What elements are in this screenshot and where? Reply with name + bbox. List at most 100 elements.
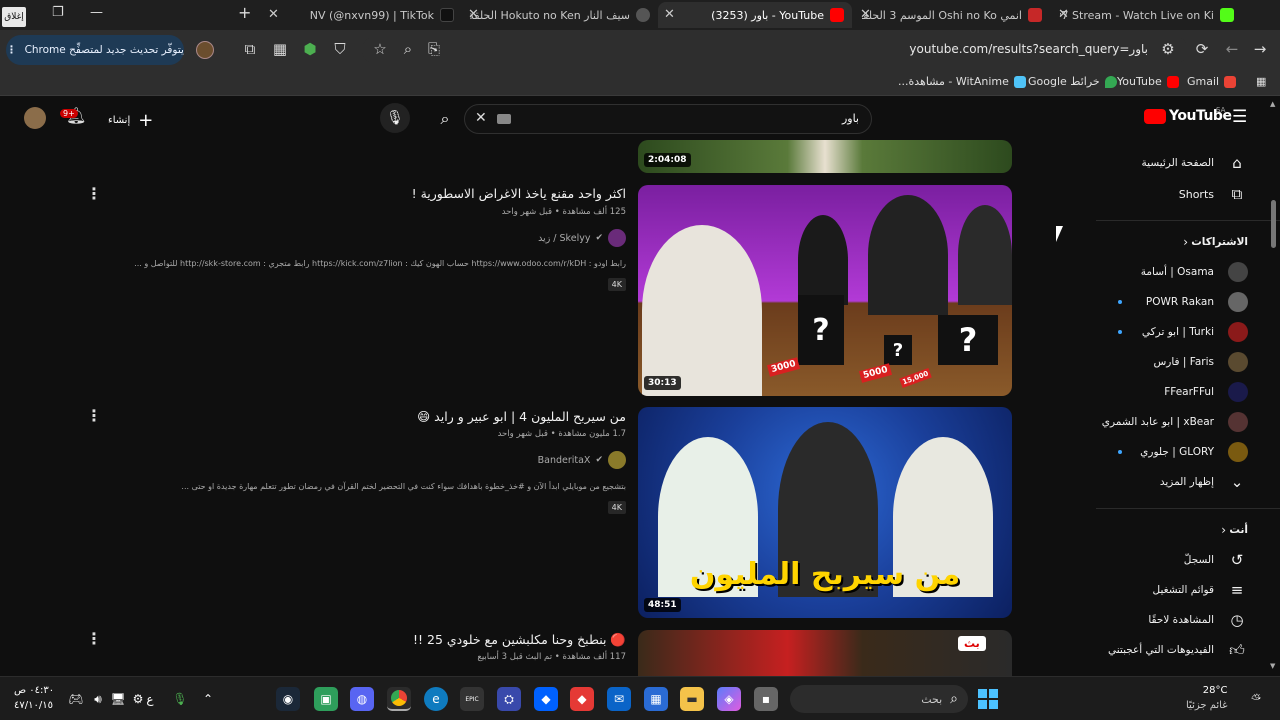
app-icon[interactable]: ⛭ <box>497 687 521 711</box>
controller-icon[interactable]: 🎮︎ <box>64 687 88 711</box>
video-thumbnail[interactable]: بث <box>638 630 1012 676</box>
close-icon[interactable]: ✕ <box>860 7 871 22</box>
discord-icon[interactable]: ◍ <box>350 687 374 711</box>
create-button[interactable]: + إنشاء <box>108 110 153 131</box>
clock[interactable]: ٠٤:٣٠ ص ٤٧/١٠/١٥ <box>14 683 54 713</box>
tab-oshi-no-ko[interactable]: ✕ انمي Oshi no Ko الموسم 3 الحلقة <box>854 2 1050 28</box>
channel-link[interactable]: ✔ BanderitaX <box>538 451 626 469</box>
close-icon[interactable]: ✕ <box>468 7 479 22</box>
close-icon[interactable]: ✕ <box>1058 7 1069 22</box>
profile-avatar[interactable] <box>196 41 214 59</box>
sidebar-sub-item[interactable]: GLORY | جلوري <box>1096 437 1280 467</box>
scroll-up-arrow[interactable]: ▲ <box>1270 100 1275 108</box>
channel-link[interactable]: ✔ Skelyy / زيد <box>538 229 626 247</box>
all-bookmarks-icon[interactable]: ▦ <box>1256 75 1266 88</box>
video-thumbnail[interactable]: من سيربح المليون 48:51 <box>638 407 1012 618</box>
language-indicator[interactable]: ع <box>138 687 162 711</box>
dropbox-icon[interactable]: ◆ <box>534 687 558 711</box>
video-title[interactable]: اكثر واحد مقنع ياخذ الاغراض الاسطورية ! <box>412 186 626 201</box>
sidebar-sub-item[interactable]: Turki | ابو تركي <box>1096 317 1280 347</box>
chevron-up-icon[interactable]: ⌃ <box>196 687 220 711</box>
search-button[interactable]: ⌕ <box>426 104 464 134</box>
bookmark-witanime[interactable]: WitAnime - مشاهدة... <box>898 75 1026 88</box>
chrome-update-button[interactable]: يتوفّر تحديث جديد لمتصفِّح Chrome ⋮ <box>6 35 184 65</box>
back-icon[interactable]: ← <box>1222 40 1242 58</box>
store-icon[interactable]: ▦ <box>644 687 668 711</box>
app-gray-icon[interactable]: ▪ <box>754 687 778 711</box>
windows-start-icon[interactable] <box>976 687 1000 711</box>
zoom-icon[interactable]: ⌕ <box>398 40 418 58</box>
steam-icon[interactable]: ◉ <box>276 687 300 711</box>
app-red-icon[interactable]: ◆ <box>570 687 594 711</box>
bookmark-star-icon[interactable]: ☆ <box>370 40 390 58</box>
more-actions-icon[interactable]: ⋮ <box>86 184 102 203</box>
bookmark-youtube[interactable]: YouTube <box>1117 75 1179 88</box>
close-label-chip[interactable]: إغلاق <box>2 7 26 27</box>
subscriptions-header[interactable]: الاشتراكات ‹ <box>1096 227 1280 257</box>
edge-icon[interactable]: e <box>424 687 448 711</box>
chrome-icon[interactable] <box>387 687 411 711</box>
sidebar-item-shorts[interactable]: ⧉ Shorts <box>1096 179 1280 209</box>
sidebar-item-watch-later[interactable]: ◷ المشاهدة لاحقًا <box>1096 605 1280 635</box>
video-title[interactable]: 🔴 بنطبخ وحنا مكلبشين مع خلودي 25 !! <box>413 632 626 648</box>
site-settings-icon[interactable]: ⚙ <box>1158 40 1178 58</box>
sidebar-sub-item[interactable]: FFearFFul <box>1096 377 1280 407</box>
menu-icon[interactable]: ☰ <box>1232 107 1247 127</box>
new-tab-button[interactable]: + <box>238 3 251 22</box>
tab-youtube[interactable]: ✕ YouTube - باور (3253) <box>658 2 852 28</box>
you-header[interactable]: أنت ‹ <box>1096 515 1280 545</box>
close-icon[interactable]: ✕ <box>268 7 279 22</box>
reload-icon[interactable]: ⟳ <box>1192 40 1212 58</box>
extension-icon[interactable]: ▦ <box>270 40 290 58</box>
quality-badge: 4K <box>607 501 626 514</box>
window-minimize-button[interactable]: — <box>90 5 103 20</box>
extensions-icon[interactable]: ⧉ <box>240 40 260 58</box>
scrollbar[interactable]: ▲ ▼ <box>1270 100 1278 676</box>
video-title[interactable]: من سيربح المليون 4 | ابو عبير و رايد 😄 <box>417 409 626 424</box>
more-actions-icon[interactable]: ⋮ <box>86 406 102 425</box>
epic-games-icon[interactable]: EPIC <box>460 687 484 711</box>
sidebar-item-history[interactable]: ↺ السجلّ <box>1096 545 1280 575</box>
video-thumbnail[interactable]: ? ? ? 3000 5000 15,000 30:13 <box>638 185 1012 396</box>
bookmark-gmail[interactable]: Gmail <box>1187 75 1237 88</box>
taskbar-search[interactable]: ⌕ بحث <box>790 685 968 713</box>
forward-icon[interactable]: → <box>1250 40 1270 58</box>
sidebar-sub-item[interactable]: POWR Rakan <box>1096 287 1280 317</box>
bookmark-maps[interactable]: خرائط Google <box>1028 75 1117 88</box>
sidebar-item-liked[interactable]: 👍︎ الفيديوهات التي أعجبتني <box>1096 635 1280 665</box>
video-thumbnail[interactable]: 2:04:08 <box>638 140 1012 173</box>
shield-icon[interactable]: ⛉ <box>330 40 350 58</box>
scroll-thumb[interactable] <box>1271 200 1276 248</box>
shorts-icon: ⧉ <box>1231 185 1243 203</box>
adblock-icon[interactable]: ⬢ <box>300 40 320 58</box>
xbox-app-icon[interactable]: ▣ <box>314 687 338 711</box>
tab-hokuto[interactable]: ✕ سيف النار Hokuto no Ken الحلقة <box>462 2 658 28</box>
voice-search-button[interactable]: 🎙︎ <box>380 103 410 133</box>
account-avatar[interactable] <box>24 107 46 129</box>
address-bar[interactable]: ☆ ⌕ ⎘ youtube.com/results?search_query=ب… <box>362 36 1188 64</box>
window-restore-button[interactable]: ❐ <box>52 5 64 20</box>
show-more-button[interactable]: ⌄ إظهار المزيد <box>1096 467 1280 497</box>
more-actions-icon[interactable]: ⋮ <box>86 629 102 648</box>
keyboard-icon[interactable] <box>497 114 511 124</box>
tab-tiktok[interactable]: ✕ NV (@nxvn99) | TikTok <box>262 2 462 28</box>
thumbnail-title-text: من سيربح المليون <box>689 557 961 592</box>
outlook-icon[interactable]: ✉ <box>607 687 631 711</box>
sidebar-sub-item[interactable]: Faris | فارس <box>1096 347 1280 377</box>
sidebar-item-playlists[interactable]: ≡ قوائم التشغيل <box>1096 575 1280 605</box>
search-input[interactable]: ✕ باور <box>464 104 872 134</box>
clear-search-icon[interactable]: ✕ <box>475 110 487 126</box>
sidebar-sub-item[interactable]: Osama | أسامة <box>1096 257 1280 287</box>
copilot-icon[interactable]: ◈ <box>717 687 741 711</box>
tab-title: NV (@nxvn99) | TikTok <box>309 8 434 22</box>
close-icon[interactable]: ✕ <box>664 7 675 22</box>
file-explorer-icon[interactable]: ▬ <box>680 687 704 711</box>
update-label: يتوفّر تحديث جديد لمتصفِّح Chrome <box>24 44 184 56</box>
sidebar-item-home[interactable]: ⌂ الصفحة الرئيسية <box>1096 148 1280 178</box>
tab-kick[interactable]: ✕ Nxv7 Stream - Watch Live on Ki <box>1052 2 1242 28</box>
scroll-down-arrow[interactable]: ▼ <box>1270 662 1275 670</box>
microphone-icon[interactable]: 🎙︎ <box>168 687 192 711</box>
install-app-icon[interactable]: ⎘ <box>424 40 444 58</box>
weather-widget[interactable]: 28°C غائم جزئيًا <box>1186 683 1227 713</box>
sidebar-sub-item[interactable]: xBear | ابو عابد الشمري <box>1096 407 1280 437</box>
